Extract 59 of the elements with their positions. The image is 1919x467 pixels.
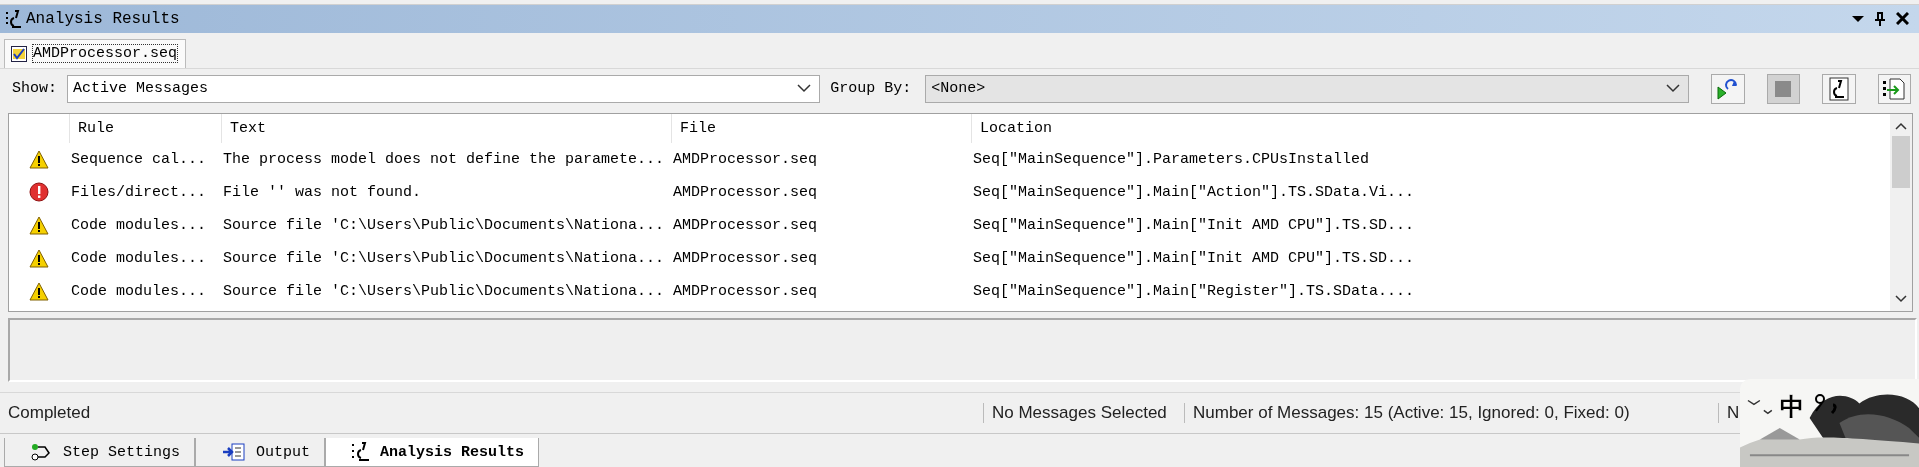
caret-icon (1666, 84, 1681, 94)
file-tab[interactable]: AMDProcessor.seq (4, 38, 187, 68)
column-header[interactable]: File (671, 113, 971, 143)
panel-tab[interactable]: Step Settings (4, 438, 196, 467)
microscope-icon (6, 8, 22, 29)
microscope-icon (352, 442, 371, 462)
caret-icon (797, 84, 812, 94)
table-cell-text: Source file 'C:\Users\Public\Documents\Nationa... (222, 249, 666, 267)
show-label: Show: (12, 80, 57, 98)
table-cell-text: Seq["MainSequence"].Main["Register"].TS.SData.... (972, 282, 1416, 300)
table-cell-text: Files/direct... (70, 183, 208, 201)
column-header[interactable]: Location (971, 113, 1421, 143)
table-cell-text: Code modules... (70, 216, 208, 234)
column-header[interactable]: Text (221, 113, 671, 143)
status-text: Number of Messages: 15 (Active: 15, Ignored: 0, Fixed: 0) (1184, 403, 1718, 424)
table-cell-text: Seq["MainSequence"].Parameters.CPUsInstalled (972, 150, 1371, 168)
show-dropdown[interactable]: Active Messages (67, 74, 821, 103)
output-icon (222, 443, 247, 461)
table-cell-text: AMDProcessor.seq (672, 216, 819, 234)
table-cell-text: Code modules... (70, 249, 208, 267)
table-cell-text: AMDProcessor.seq (672, 282, 819, 300)
sequence-file-icon (11, 45, 27, 62)
status-text: No Messages Selected (983, 403, 1184, 424)
run-analysis-button[interactable] (1711, 73, 1745, 104)
punctuation-icon[interactable] (1814, 393, 1840, 415)
scroll-thumb[interactable] (1892, 135, 1910, 188)
table-cell-text: Seq["MainSequence"].Main["Init AMD CPU"].TS.SD... (972, 216, 1416, 234)
table-cell-text: File '' was not found. (222, 183, 423, 201)
table-cell-text: Sequence cal... (70, 150, 208, 168)
table-cell-text: Source file 'C:\Users\Public\Documents\Nationa... (222, 282, 666, 300)
table-cell-text: AMDProcessor.seq (672, 249, 819, 267)
pin-icon[interactable] (1874, 11, 1886, 26)
status-text: Completed (7, 403, 92, 424)
table-cell-text: AMDProcessor.seq (672, 150, 819, 168)
panel-tab[interactable]: Output (195, 438, 326, 467)
table-cell-text: Seq["MainSequence"].Main["Init AMD CPU"].TS.SD... (972, 249, 1416, 267)
microscope-document-icon (1826, 76, 1851, 101)
step-settings-icon (31, 443, 53, 461)
ime-toolbar[interactable]: 中 (1740, 379, 1919, 467)
close-icon[interactable] (1896, 12, 1909, 26)
scroll-down-icon[interactable] (1895, 295, 1907, 304)
table-cell-text: Source file 'C:\Users\Public\Documents\Nationa... (222, 216, 666, 234)
status-text: N (1718, 403, 1740, 424)
dropdown-icon[interactable] (1852, 14, 1864, 23)
document-arrow-icon (1882, 76, 1907, 101)
input-mode-label[interactable]: 中 (1780, 391, 1804, 423)
panel-title: Analysis Results (26, 9, 180, 28)
scrollbar[interactable] (1890, 113, 1912, 312)
table-cell-text: Code modules... (70, 282, 208, 300)
panel-tab[interactable]: Analysis Results (325, 438, 540, 467)
group-by-dropdown[interactable]: <None> (925, 74, 1690, 103)
column-header[interactable]: Rule (69, 113, 221, 143)
group-by-label: Group By: (830, 80, 912, 98)
table-cell-text: Seq["MainSequence"].Main["Action"].TS.SData.Vi... (972, 183, 1416, 201)
analyze-button[interactable] (1822, 73, 1856, 104)
export-button[interactable] (1877, 73, 1911, 104)
scroll-up-icon[interactable] (1895, 121, 1907, 130)
table-cell-text: AMDProcessor.seq (672, 183, 819, 201)
table-cell-text: The process model does not define the paramete... (222, 150, 666, 168)
